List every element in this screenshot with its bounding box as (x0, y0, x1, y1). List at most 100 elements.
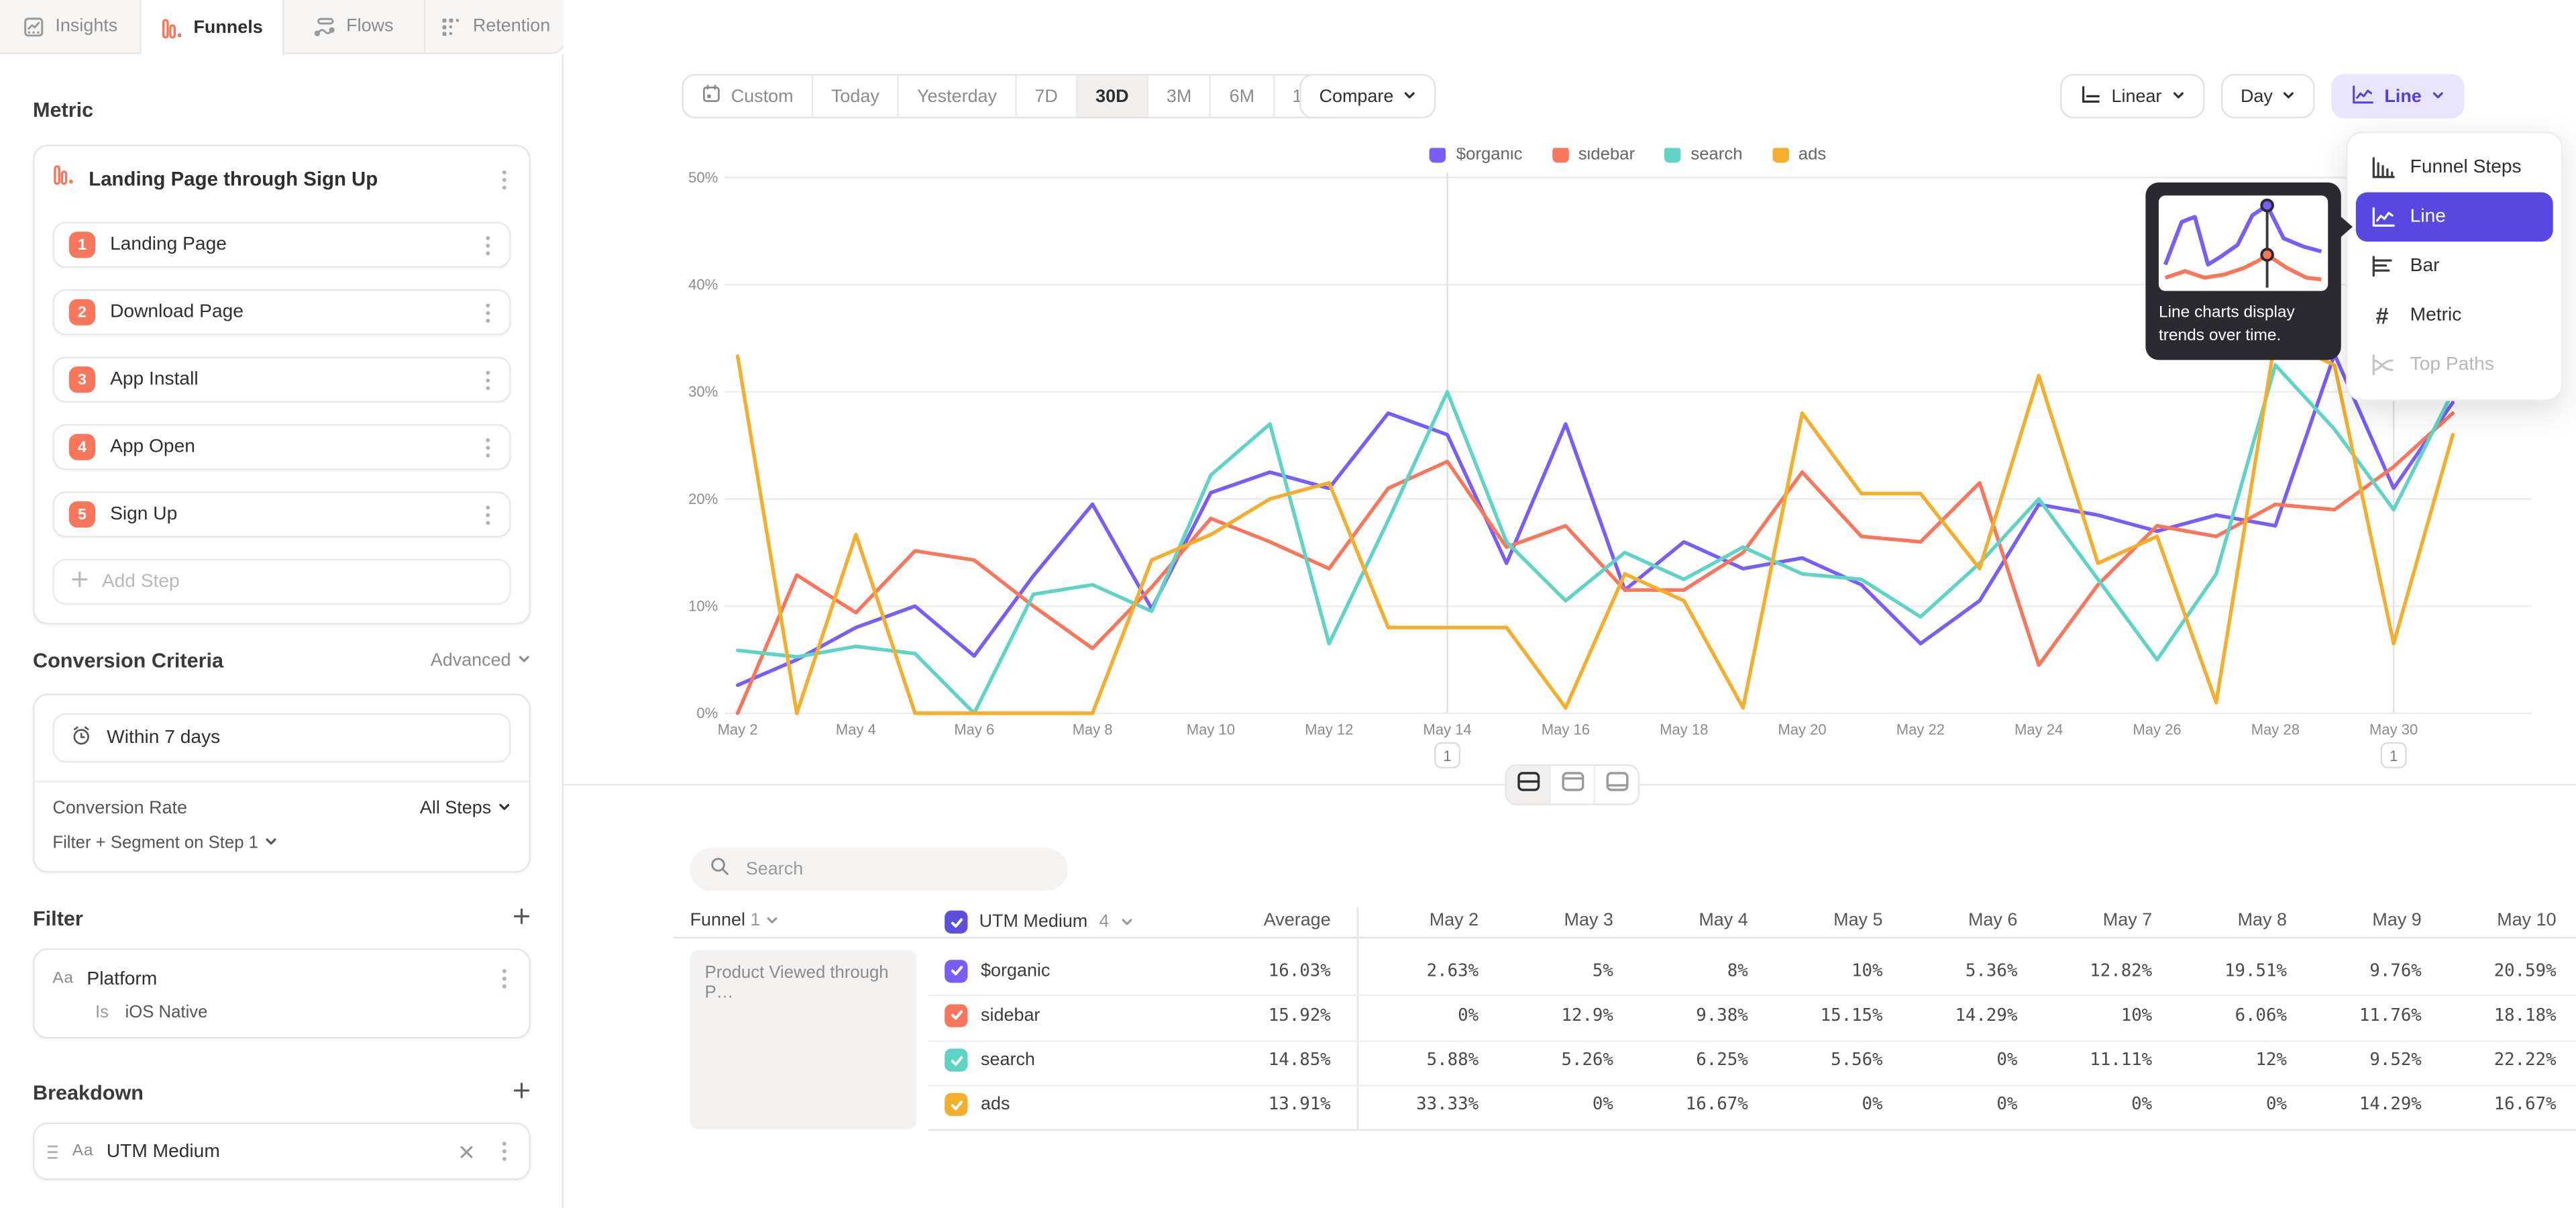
tab-retention[interactable]: Retention (425, 0, 566, 52)
menu-item-funnel-steps[interactable]: Funnel Steps (2356, 143, 2553, 192)
search-input[interactable] (743, 858, 1049, 880)
all-steps-label: All Steps (420, 799, 491, 818)
chart-only-view-icon (1560, 770, 1585, 799)
funnel-step-row[interactable]: 4App Open (52, 424, 511, 470)
table-cell-value: 14.29% (1902, 1005, 2017, 1025)
compare-button[interactable]: Compare (1299, 74, 1436, 118)
line-chart-icon (2351, 83, 2374, 109)
series-checkbox[interactable] (945, 959, 967, 982)
range-today[interactable]: Today (813, 76, 899, 117)
kebab-menu-icon[interactable] (482, 433, 495, 461)
search-icon (710, 854, 729, 884)
advanced-dropdown[interactable]: Advanced (431, 651, 531, 670)
tab-flows[interactable]: Flows (283, 0, 425, 52)
table-row-label[interactable]: search (945, 1049, 1035, 1072)
date-column-header: May 4 (1633, 911, 1748, 930)
kebab-menu-icon[interactable] (482, 231, 495, 259)
series-checkbox[interactable] (945, 1004, 967, 1027)
granularity-dropdown-button[interactable]: Day (2221, 74, 2316, 118)
kebab-menu-icon[interactable] (482, 501, 495, 529)
breakdown-column-header[interactable]: UTM Medium4 (945, 911, 1134, 934)
kebab-menu-icon[interactable] (498, 165, 511, 193)
chart-type-menu: Funnel StepsLineBar#MetricTop Paths (2346, 132, 2563, 401)
table-cell-value: 0% (1498, 1095, 1613, 1115)
chevron-down-icon (1403, 87, 1417, 106)
kebab-menu-icon[interactable] (482, 366, 495, 394)
conversion-rate-label: Conversion Rate (52, 799, 187, 818)
select-all-checkbox[interactable] (945, 911, 967, 934)
menu-item-metric[interactable]: #Metric (2356, 291, 2553, 340)
tab-label: Funnels (193, 18, 262, 38)
table-only-view-button[interactable] (1595, 766, 1638, 803)
add-breakdown-button[interactable] (513, 1078, 531, 1108)
funnel-steps-icon (2369, 156, 2395, 179)
split-view-button[interactable] (1507, 766, 1551, 803)
add-step-button[interactable]: Add Step (52, 559, 511, 605)
menu-item-line[interactable]: Line (2356, 193, 2553, 242)
drag-handle-icon[interactable] (46, 1143, 60, 1159)
range-6m[interactable]: 6M (1212, 76, 1275, 117)
kebab-menu-icon[interactable] (498, 1138, 511, 1166)
table-search[interactable] (690, 848, 1068, 891)
range-7d[interactable]: 7D (1016, 76, 1077, 117)
table-row-label[interactable]: sidebar (945, 1004, 1040, 1027)
funnel-card-header[interactable]: Landing Page through Sign Up (52, 164, 511, 194)
kebab-menu-icon[interactable] (498, 965, 511, 993)
query-builder-sidebar: Metric Landing Page through Sign Up 1Lan… (0, 54, 564, 1208)
table-cell-value: 9.38% (1633, 1005, 1748, 1025)
table-row-label[interactable]: $organic (945, 959, 1050, 982)
chevron-down-icon (2171, 87, 2185, 106)
step-number-badge: 2 (69, 299, 95, 325)
menu-item-bar[interactable]: Bar (2356, 242, 2553, 291)
conversion-window-row[interactable]: Within 7 days (52, 713, 511, 762)
step-label: App Open (110, 437, 466, 456)
all-steps-dropdown[interactable]: All Steps (420, 799, 511, 818)
breakdown-card[interactable]: Aa UTM Medium (33, 1123, 531, 1180)
svg-text:May 28: May 28 (2251, 721, 2300, 738)
series-name: ads (981, 1095, 1010, 1115)
filter-operator[interactable]: Is (95, 1003, 109, 1022)
tab-insights[interactable]: Insights (0, 0, 142, 52)
series-checkbox[interactable] (945, 1049, 967, 1072)
funnel-name-cell[interactable]: Product Viewed through P… (690, 950, 917, 1129)
add-filter-button[interactable] (513, 904, 531, 934)
funnel-step-row[interactable]: 5Sign Up (52, 491, 511, 538)
legend-color-chip (1552, 146, 1568, 162)
retention-icon (440, 15, 462, 37)
chart-only-view-button[interactable] (1551, 766, 1595, 803)
table-cell-value: 10% (1768, 961, 1882, 980)
kebab-menu-icon[interactable] (482, 298, 495, 326)
funnel-chart-icon (52, 164, 74, 194)
app-window: 0%10%20%30%40%50%May 2May 4May 6May 8May… (0, 0, 2576, 1208)
conversion-criteria-header: Conversion Criteria Advanced (33, 649, 531, 672)
bar-icon (2369, 255, 2395, 278)
svg-text:10%: 10% (688, 598, 718, 615)
funnel-step-row[interactable]: 1Landing Page (52, 222, 511, 268)
legend-color-chip (1430, 146, 1446, 162)
funnel-column-header[interactable]: Funnel 1 (690, 911, 779, 932)
range-yesterday[interactable]: Yesterday (899, 76, 1016, 117)
remove-breakdown-icon[interactable] (449, 1140, 485, 1162)
tooltip-chart (2159, 195, 2328, 291)
series-checkbox[interactable] (945, 1093, 967, 1116)
funnel-step-row[interactable]: 2Download Page (52, 289, 511, 336)
scale-dropdown-button[interactable]: Linear (2061, 74, 2204, 118)
metric-icon: # (2369, 304, 2395, 327)
chevron-down-icon (265, 834, 278, 853)
range-3m[interactable]: 3M (1148, 76, 1212, 117)
svg-text:May 20: May 20 (1778, 721, 1826, 738)
table-cell-value: 15.15% (1768, 1005, 1882, 1025)
table-row-label[interactable]: ads (945, 1093, 1010, 1116)
tab-funnels[interactable]: Funnels (142, 0, 283, 56)
svg-text:1: 1 (1443, 748, 1451, 764)
range-30d[interactable]: 30D (1077, 76, 1148, 117)
filter-value[interactable]: iOS Native (125, 1003, 208, 1022)
chart-type-dropdown-button[interactable]: Line (2332, 74, 2464, 118)
filter-segment-dropdown[interactable]: Filter + Segment on Step 1 (52, 834, 278, 853)
svg-text:1: 1 (2390, 748, 2398, 764)
filter-section-header: Filter (33, 904, 531, 934)
funnel-step-row[interactable]: 3App Install (52, 356, 511, 403)
legend-color-chip (1664, 146, 1680, 162)
range-custom[interactable]: Custom (684, 76, 813, 117)
filter-card[interactable]: Aa Platform IsiOS Native (33, 948, 531, 1039)
